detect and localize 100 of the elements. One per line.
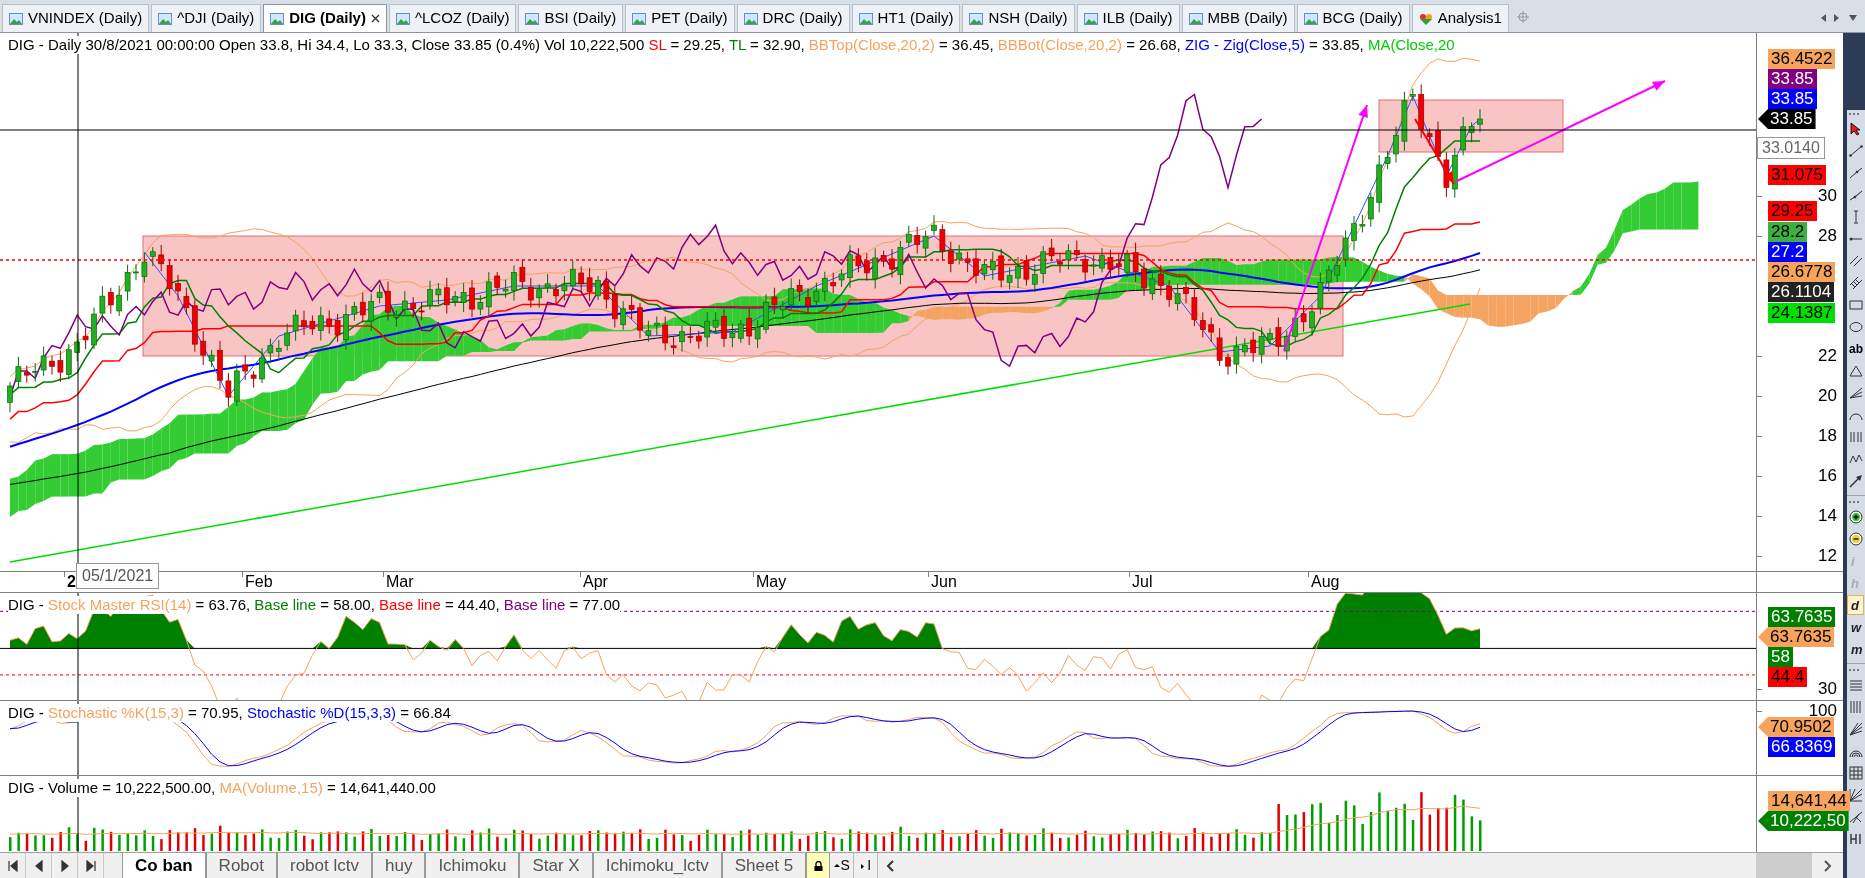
- interval-button[interactable]: w: [1847, 617, 1864, 637]
- hatched-channel-icon[interactable]: [1849, 276, 1863, 290]
- pitchfork-icon[interactable]: [1849, 810, 1863, 824]
- value-tag: 31.075: [1768, 164, 1826, 185]
- sheet-tab[interactable]: Co ban: [122, 853, 206, 878]
- scroll-left-icon[interactable]: [1821, 14, 1827, 22]
- ellipse-icon[interactable]: [1849, 320, 1863, 334]
- value-tag: 66.8369: [1768, 737, 1836, 757]
- fan-grid-icon[interactable]: [1849, 788, 1863, 802]
- chart-tab[interactable]: NSH (Daily): [962, 4, 1075, 32]
- chart-tab[interactable]: DRC (Daily): [736, 4, 850, 32]
- arrow-icon[interactable]: [1849, 474, 1863, 488]
- text-tool-button[interactable]: ab: [1849, 340, 1863, 358]
- chart-tab[interactable]: ILB (Daily): [1076, 4, 1180, 32]
- date-label: Aug: [1311, 573, 1340, 591]
- ray-line-icon[interactable]: [1849, 166, 1863, 180]
- zoom-in-icon[interactable]: [1849, 510, 1863, 524]
- skip-end-icon: [84, 859, 97, 872]
- date-label: Mar: [386, 573, 414, 591]
- value-tag: 33.85: [1768, 89, 1817, 109]
- triangle-icon[interactable]: [1849, 364, 1863, 378]
- sheet-tab[interactable]: Ichimoku_lctv: [592, 853, 722, 878]
- sheet-tab[interactable]: Robot: [205, 853, 277, 878]
- lock-icon: [813, 860, 823, 871]
- value-tag: 44.4: [1768, 667, 1808, 687]
- value-tag: 27.2: [1768, 242, 1808, 262]
- scrollbar-thumb[interactable]: [1756, 853, 1812, 878]
- value-tag: 28.2: [1768, 222, 1808, 242]
- trend-line-icon[interactable]: [1849, 144, 1863, 158]
- dropdown-icon[interactable]: [1849, 15, 1857, 21]
- lock-button[interactable]: [806, 853, 831, 878]
- sheet-tab[interactable]: huy: [371, 853, 426, 878]
- fan-lines-icon[interactable]: [1849, 386, 1863, 400]
- segment-line-icon[interactable]: [1849, 188, 1863, 202]
- chart-tab[interactable]: ^LCOZ (Daily): [388, 4, 517, 32]
- chart-legend: DIG - Stock Master RSI(14) = 63.76, Base line = 58.00, Base line = 44.40, Base line = 77.00: [8, 596, 621, 614]
- chart-tab[interactable]: MBB (Daily): [1181, 4, 1295, 32]
- value-tag: 24.1387: [1768, 303, 1836, 324]
- image-icon: [158, 12, 173, 25]
- value-tag: 58: [1768, 647, 1793, 667]
- image-icon: [395, 12, 410, 25]
- scroll-left-icon[interactable]: [886, 859, 895, 872]
- fan-lines-icon[interactable]: [1849, 722, 1863, 736]
- cursor-date-label: 05/1/2021: [76, 563, 160, 589]
- axis-label: 30: [1818, 186, 1837, 206]
- date-label: Feb: [245, 573, 273, 591]
- axis-label: 18: [1818, 426, 1837, 446]
- axis-label: 100: [1808, 701, 1837, 720]
- axis-label: 14: [1818, 506, 1837, 526]
- image-icon: [743, 12, 758, 25]
- date-label: May: [756, 573, 787, 591]
- axis-label: 12: [1818, 546, 1837, 566]
- date-label: Apr: [583, 573, 608, 591]
- interval-button[interactable]: d: [1847, 595, 1864, 615]
- bracket-lines-icon[interactable]: [1849, 832, 1863, 846]
- close-icon[interactable]: [370, 14, 380, 23]
- zoom-out-icon[interactable]: [1849, 532, 1863, 546]
- sheet-tab[interactable]: robot lctv: [277, 853, 372, 878]
- image-icon: [632, 12, 647, 25]
- axis-label: 20: [1818, 386, 1837, 406]
- value-tag: 29.25: [1768, 201, 1817, 221]
- sheet-tab[interactable]: Star X: [519, 853, 593, 878]
- date-label: 2: [67, 573, 76, 591]
- horizontal-lines-icon[interactable]: [1849, 678, 1863, 692]
- image-icon: [1303, 12, 1318, 25]
- image-icon: [969, 12, 984, 25]
- grid-icon[interactable]: [1849, 766, 1863, 780]
- cursor-price-label: 33.0140: [1757, 137, 1825, 159]
- scroll-right-icon[interactable]: [1824, 859, 1832, 872]
- value-tag: 26.6778: [1768, 262, 1836, 282]
- axis-label: 28: [1818, 226, 1837, 246]
- value-tag: 14,641,44: [1768, 791, 1850, 811]
- image-icon: [270, 12, 285, 25]
- image-icon: [525, 12, 540, 25]
- chart-legend: DIG - Daily 30/8/2021 00:00:00 Open 33.8, Hi 34.4, Lo 33.3, Close 33.85 (0.4%) Vol 10,222,500 SL = 29.25, TL = 32.90, BBTop(Close,20,2) = 36.45, BBBot(Close,20,2) = 26.68, ZIG - Zig(Close,5) = 33.85, MA(Close,20: [8, 36, 1455, 54]
- sheet-tab[interactable]: Ichimoku: [425, 853, 520, 878]
- value-tag: 70.9502: [1758, 717, 1835, 737]
- chart-tab[interactable]: Analysis1: [1411, 4, 1509, 32]
- chart-tab[interactable]: DIG (Daily): [263, 4, 387, 32]
- date-label: Jul: [1132, 573, 1153, 591]
- value-tag: 10,222,50: [1758, 811, 1849, 831]
- chart-tab[interactable]: VNINDEX (Daily): [2, 4, 150, 32]
- right-triangle-icon: [860, 862, 867, 869]
- chart-tab[interactable]: BSI (Daily): [518, 4, 624, 32]
- chart-tab[interactable]: ^DJI (Daily): [151, 4, 262, 32]
- skip-start-icon: [6, 859, 19, 872]
- parallel-lines-icon[interactable]: [1849, 254, 1863, 268]
- interval-button[interactable]: m: [1847, 639, 1864, 659]
- chart-tab[interactable]: PET (Daily): [625, 4, 735, 32]
- axis-label: 22: [1818, 346, 1837, 366]
- zigzag-icon[interactable]: [1849, 452, 1863, 466]
- chart-tab[interactable]: BCG (Daily): [1296, 4, 1410, 32]
- axis-label: 30: [1818, 679, 1837, 699]
- chart-tab[interactable]: HT1 (Daily): [851, 4, 961, 32]
- cursor-arrow-icon[interactable]: [1849, 122, 1863, 136]
- vertical-lines-icon[interactable]: [1849, 700, 1863, 714]
- sheet-tab[interactable]: Sheet 5: [721, 853, 807, 878]
- rectangle-icon[interactable]: [1849, 298, 1863, 312]
- scroll-right-icon[interactable]: [1833, 14, 1839, 22]
- cycle-lines-icon[interactable]: [1849, 430, 1863, 444]
